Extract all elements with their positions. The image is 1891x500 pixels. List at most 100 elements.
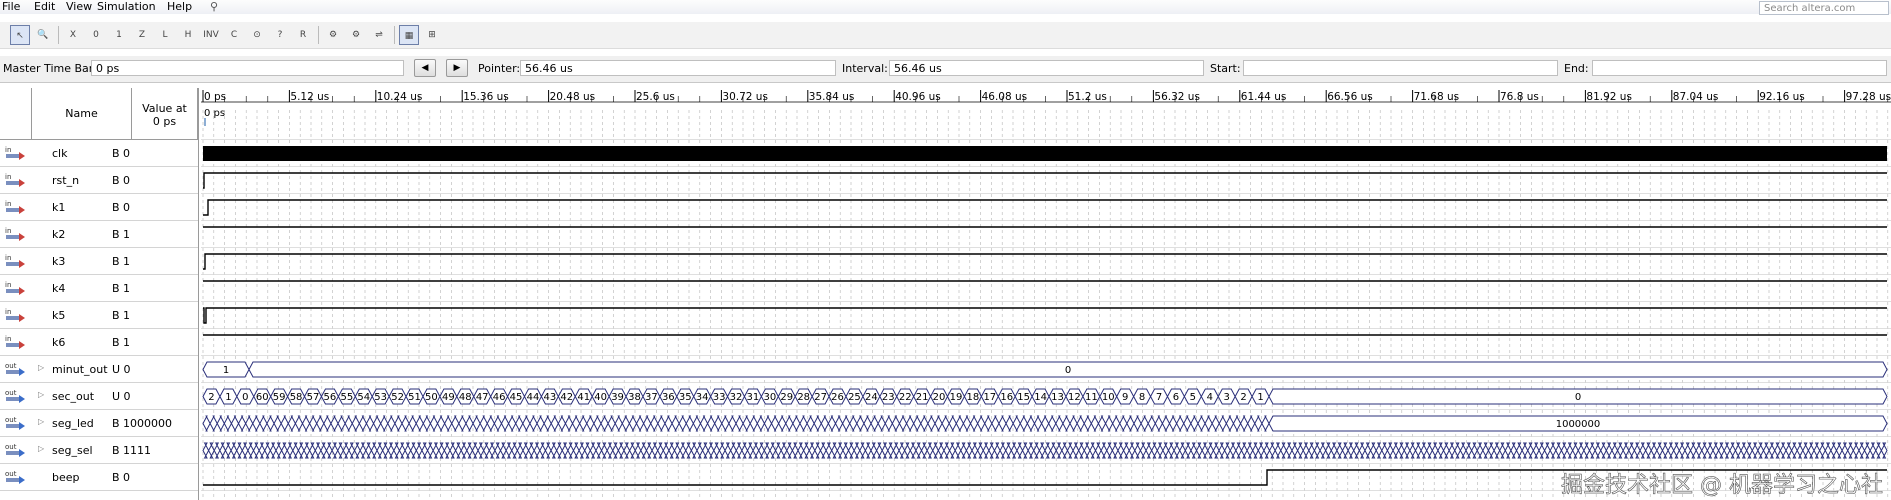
seg-sel-segment bbox=[455, 442, 462, 459]
master-time-bar-field[interactable]: 0 ps bbox=[91, 60, 404, 76]
seg-led-segment bbox=[202, 415, 211, 432]
seg-sel-segment bbox=[791, 442, 799, 459]
ungroup-tool-icon[interactable]: ⚙ bbox=[346, 25, 366, 45]
signal-row[interactable]: in k4 B 1 bbox=[0, 275, 198, 302]
seg-sel-segment bbox=[617, 442, 625, 459]
seg-sel-segment bbox=[1527, 442, 1534, 459]
seg-sel-segment bbox=[1437, 442, 1445, 459]
pointer-tool-icon[interactable]: ↖ bbox=[10, 25, 30, 45]
seg-sel-segment bbox=[758, 442, 765, 459]
help-pin-icon[interactable]: ⚲ bbox=[210, 0, 218, 13]
start-field[interactable] bbox=[1243, 60, 1558, 76]
force-low-tool-icon[interactable]: 0 bbox=[86, 25, 106, 45]
signal-row[interactable]: in k5 B 1 bbox=[0, 302, 198, 329]
seg-sel-segment bbox=[1027, 442, 1035, 459]
end-field[interactable] bbox=[1592, 60, 1887, 76]
pointer-field[interactable]: 56.46 us bbox=[520, 60, 836, 76]
seg-sel-segment bbox=[949, 442, 956, 459]
ruler-tick-label: 15.36 us bbox=[463, 91, 509, 103]
search-input[interactable]: Search altera.com bbox=[1759, 1, 1889, 15]
seg-sel-segment bbox=[1740, 442, 1748, 459]
toolbar-separator bbox=[58, 26, 59, 44]
seg-sel-segment bbox=[819, 442, 827, 459]
seg-led-segment bbox=[593, 415, 602, 432]
menu-view[interactable]: View bbox=[66, 0, 92, 14]
sec-out-segment-label: 2 bbox=[208, 392, 214, 403]
sec-out-segment-label: 14 bbox=[1034, 392, 1047, 403]
sec-out-segment-label: 11 bbox=[1085, 392, 1098, 403]
minut-out-segment-label: 1 bbox=[223, 365, 229, 376]
next-transition-button[interactable]: ▶ bbox=[446, 59, 468, 77]
invert-tool-icon[interactable]: INV bbox=[201, 25, 221, 45]
signal-value: B 1111 bbox=[112, 444, 152, 457]
seg-sel-segment bbox=[269, 442, 277, 459]
seg-sel-segment bbox=[600, 442, 608, 459]
input-pin-icon: in bbox=[5, 226, 27, 242]
signal-row[interactable]: in k3 B 1 bbox=[0, 248, 198, 275]
seg-led-segment bbox=[1112, 415, 1121, 432]
uninit-tool-icon[interactable]: X bbox=[63, 25, 83, 45]
signal-row[interactable]: out beep B 0 bbox=[0, 464, 198, 491]
interval-label: Interval: bbox=[842, 62, 888, 75]
signal-row[interactable]: in k6 B 1 bbox=[0, 329, 198, 356]
interval-field[interactable]: 56.46 us bbox=[889, 60, 1204, 76]
value-column-header[interactable]: Value at 0 ps bbox=[132, 88, 198, 140]
seg-sel-segment bbox=[763, 442, 771, 459]
svg-text:in: in bbox=[5, 308, 11, 316]
reverse-group-tool-icon[interactable]: ⇌ bbox=[369, 25, 389, 45]
seg-sel-segment bbox=[1768, 442, 1776, 459]
grid-settings-icon[interactable]: ⊞ bbox=[422, 25, 442, 45]
signal-name: k3 bbox=[52, 255, 66, 268]
seg-sel-segment bbox=[623, 442, 631, 459]
zoom-tool-icon[interactable]: 🔍 bbox=[33, 25, 53, 45]
panel-divider[interactable] bbox=[198, 88, 199, 500]
expand-arrow-icon[interactable]: ▷ bbox=[38, 390, 44, 399]
signal-row[interactable]: in clk B 0 bbox=[0, 140, 198, 167]
random-tool-icon[interactable]: ? bbox=[270, 25, 290, 45]
previous-transition-button[interactable]: ◀ bbox=[414, 59, 436, 77]
force-weak-high-tool-icon[interactable]: H bbox=[178, 25, 198, 45]
snap-to-grid-icon[interactable]: ▦ bbox=[399, 25, 419, 45]
seg-sel-segment bbox=[539, 442, 546, 459]
seg-sel-segment bbox=[870, 442, 878, 459]
menu-help[interactable]: Help bbox=[167, 0, 192, 14]
arbitrary-value-tool-icon[interactable]: R bbox=[293, 25, 313, 45]
seg-sel-segment bbox=[1285, 442, 1293, 459]
expand-arrow-icon[interactable]: ▷ bbox=[38, 417, 44, 426]
expand-arrow-icon[interactable]: ▷ bbox=[38, 444, 44, 453]
svg-text:out: out bbox=[5, 443, 17, 451]
count-value-tool-icon[interactable]: C bbox=[224, 25, 244, 45]
seg-sel-segment bbox=[208, 442, 215, 459]
name-column-header[interactable]: Name bbox=[32, 88, 132, 140]
expand-arrow-icon[interactable]: ▷ bbox=[38, 363, 44, 372]
signal-row[interactable]: in k2 B 1 bbox=[0, 221, 198, 248]
force-high-tool-icon[interactable]: 1 bbox=[109, 25, 129, 45]
signal-row[interactable]: in k1 B 0 bbox=[0, 194, 198, 221]
seg-sel-segment bbox=[572, 442, 580, 459]
signal-row[interactable]: out ▷ seg_led B 1000000 bbox=[0, 410, 198, 437]
clock-tool-icon[interactable]: ⊙ bbox=[247, 25, 267, 45]
seg-sel-segment bbox=[1689, 442, 1697, 459]
ruler-tick-label: 87.04 us bbox=[1673, 91, 1719, 103]
seg-sel-segment bbox=[774, 442, 782, 459]
menu-file[interactable]: File bbox=[2, 0, 20, 14]
signal-row[interactable]: out ▷ sec_out U 0 bbox=[0, 383, 198, 410]
signal-row[interactable]: out ▷ seg_sel B 1111 bbox=[0, 437, 198, 464]
seg-sel-segment bbox=[550, 442, 558, 459]
menu-edit[interactable]: Edit bbox=[34, 0, 55, 14]
sec-out-segment-label: 8 bbox=[1139, 392, 1145, 403]
waveform-display[interactable]: 0 ps 5.12 us 10.24 us 15.36 us 20.48 us 25.6 … bbox=[201, 88, 1891, 500]
input-pin-icon: in bbox=[5, 172, 27, 188]
signal-row[interactable]: in rst_n B 0 bbox=[0, 167, 198, 194]
signal-row[interactable]: out ▷ minut_out U 0 bbox=[0, 356, 198, 383]
seg-sel-segment bbox=[432, 442, 440, 459]
seg-sel-segment bbox=[325, 442, 333, 459]
seg-sel-segment bbox=[561, 442, 569, 459]
force-high-z-tool-icon[interactable]: Z bbox=[132, 25, 152, 45]
force-weak-low-tool-icon[interactable]: L bbox=[155, 25, 175, 45]
group-tool-icon[interactable]: ⚙ bbox=[323, 25, 343, 45]
menu-simulation[interactable]: Simulation bbox=[97, 0, 156, 14]
seg-sel-segment bbox=[1010, 442, 1018, 459]
ruler-tick-label: 66.56 us bbox=[1327, 91, 1373, 103]
seg-sel-segment bbox=[1757, 442, 1765, 459]
